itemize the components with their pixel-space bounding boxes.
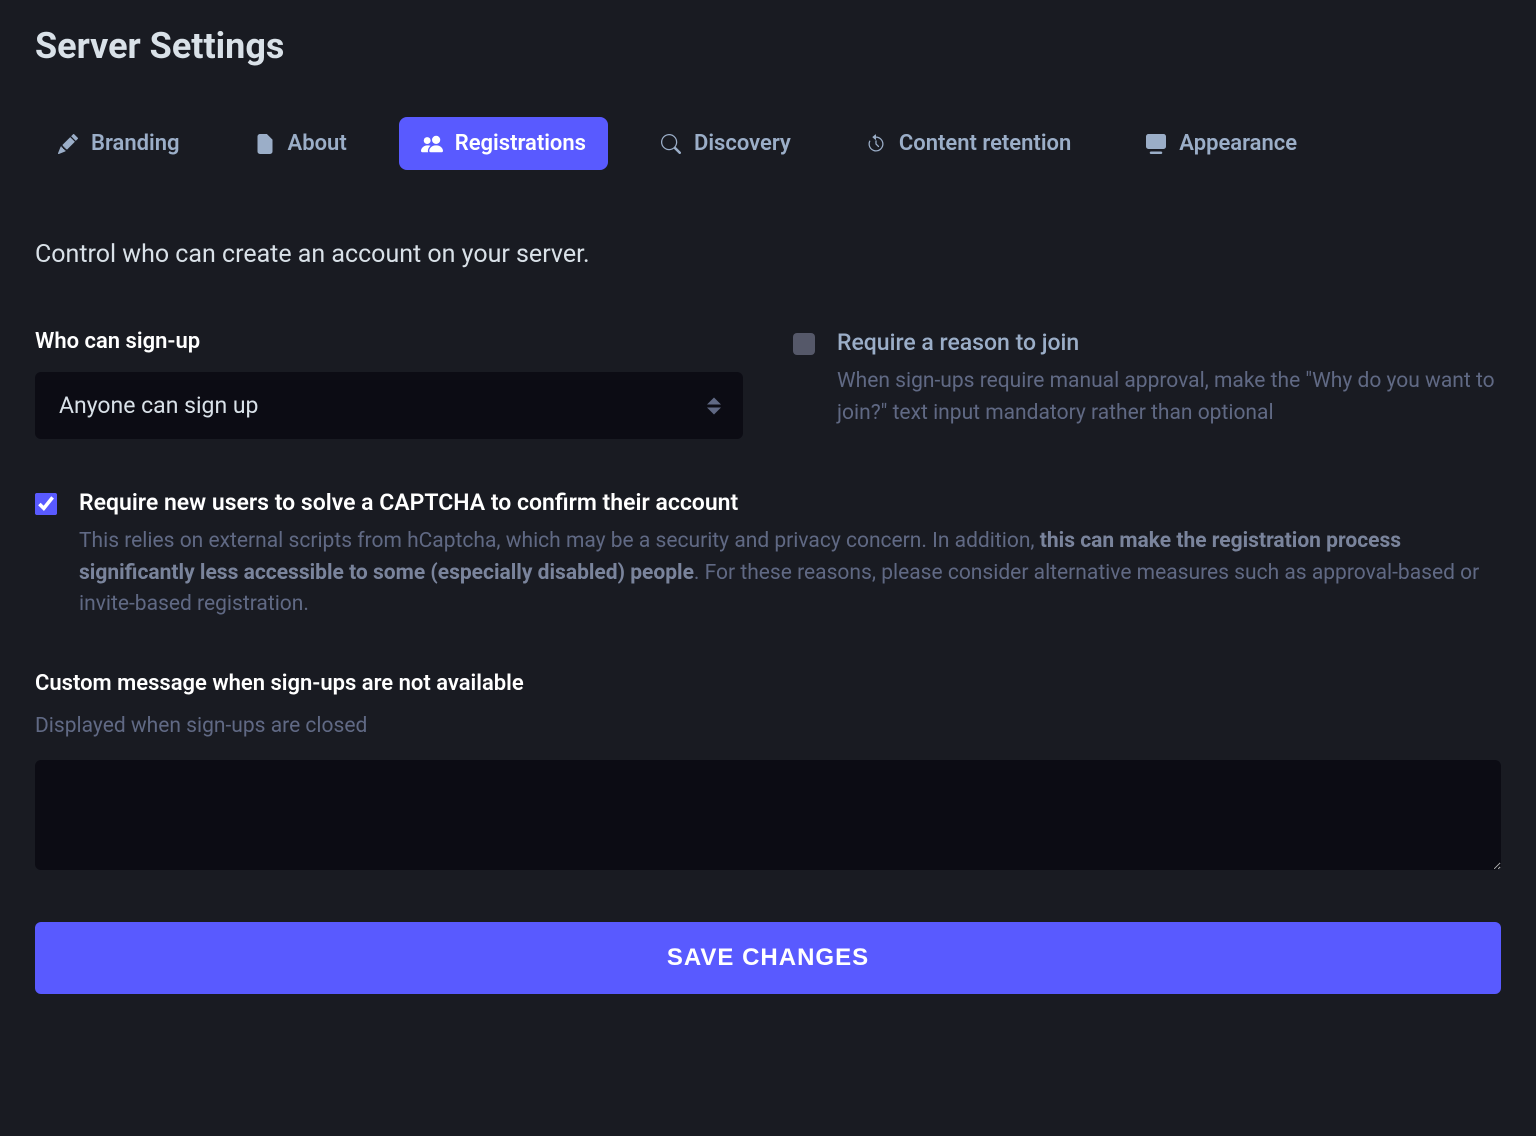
who-can-signup-label: Who can sign-up: [35, 329, 743, 354]
page-description: Control who can create an account on you…: [35, 240, 1501, 269]
captcha-hint: This relies on external scripts from hCa…: [79, 526, 1501, 621]
settings-tabs: Branding About Registrations Discovery C…: [35, 117, 1501, 170]
require-reason-label: Require a reason to join: [837, 329, 1501, 356]
save-changes-button[interactable]: SAVE CHANGES: [35, 922, 1501, 994]
captcha-label: Require new users to solve a CAPTCHA to …: [79, 489, 1501, 516]
search-icon: [660, 133, 682, 155]
tab-registrations-label: Registrations: [455, 131, 586, 156]
captcha-checkbox[interactable]: [35, 493, 57, 515]
desktop-icon: [1145, 133, 1167, 155]
page-title: Server Settings: [35, 25, 1501, 67]
custom-message-hint: Displayed when sign-ups are closed: [35, 714, 1501, 738]
require-reason-hint: When sign-ups require manual approval, m…: [837, 366, 1501, 429]
tab-discovery-label: Discovery: [694, 131, 791, 156]
tab-discovery[interactable]: Discovery: [638, 117, 813, 170]
require-reason-checkbox[interactable]: [793, 333, 815, 355]
tab-about-label: About: [288, 131, 347, 156]
tab-appearance[interactable]: Appearance: [1123, 117, 1319, 170]
tab-about[interactable]: About: [232, 117, 369, 170]
tab-content-retention-label: Content retention: [899, 131, 1071, 156]
who-can-signup-select[interactable]: Anyone can sign up: [35, 372, 743, 439]
custom-message-label: Custom message when sign-ups are not ava…: [35, 671, 1501, 696]
who-can-signup-select-wrapper[interactable]: Anyone can sign up: [35, 372, 743, 439]
tab-content-retention[interactable]: Content retention: [843, 117, 1093, 170]
document-icon: [254, 133, 276, 155]
tab-appearance-label: Appearance: [1179, 131, 1297, 156]
custom-message-textarea[interactable]: [35, 760, 1501, 870]
tab-registrations[interactable]: Registrations: [399, 117, 608, 170]
users-icon: [421, 133, 443, 155]
tab-branding-label: Branding: [91, 131, 180, 156]
pencil-icon: [57, 133, 79, 155]
history-icon: [865, 133, 887, 155]
tab-branding[interactable]: Branding: [35, 117, 202, 170]
